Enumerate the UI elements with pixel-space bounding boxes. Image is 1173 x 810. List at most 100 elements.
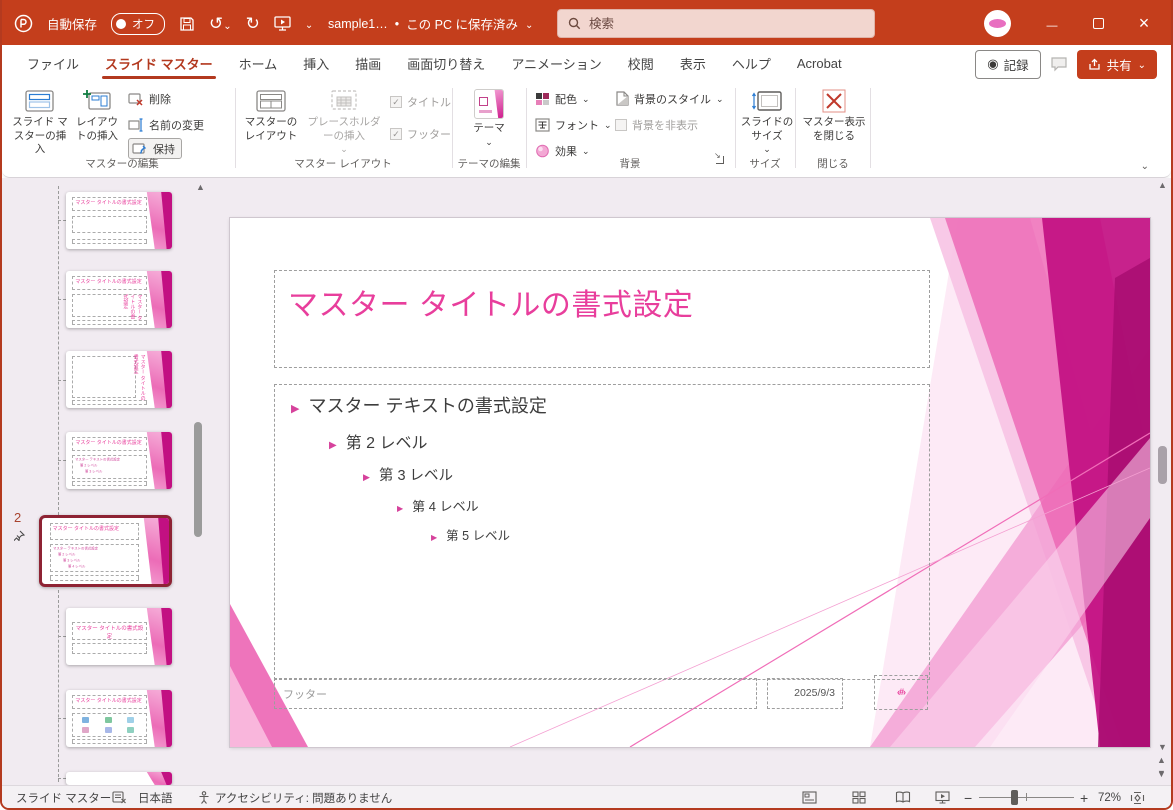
title-dropdown-icon[interactable] [525, 17, 533, 31]
slide-master-thumbnail-selected[interactable]: マスター タイトルの書式設定 マスター テキストの書式設定第 2 レベル第 3 … [39, 515, 172, 587]
layout-tree-line [58, 186, 59, 515]
status-bar: スライド マスター 日本語 アクセシビリティ: 問題ありません − + 72% [2, 785, 1171, 808]
layout-thumbnail-partial[interactable] [66, 772, 172, 785]
master-layout-button[interactable]: マスターのレイアウト [242, 86, 300, 156]
zoom-level-label[interactable]: 72% [1098, 786, 1121, 809]
document-title[interactable]: sample1… • この PC に保存済み [328, 0, 533, 47]
collapse-ribbon-icon[interactable] [1141, 158, 1149, 172]
normal-view-icon[interactable] [802, 786, 817, 809]
undo-icon[interactable]: ↺ [209, 15, 232, 32]
insert-layout-button[interactable]: レイアウトの挿入 [72, 86, 122, 156]
layout-thumbnail-title-slide[interactable]: マスター タイトルの書式設定 [66, 608, 172, 665]
group-label-theme-edit: テーマの編集 [458, 156, 521, 171]
group-label-background: 背景 [620, 156, 641, 171]
slide-size-icon [751, 89, 783, 113]
effects-button[interactable]: 効果 [535, 140, 590, 161]
vertical-scrollbar[interactable] [1154, 178, 1171, 785]
layout-thumbnail-content[interactable]: マスター タイトルの書式設定 [66, 690, 172, 747]
record-button[interactable]: 記録 [975, 50, 1040, 79]
next-slide-icon[interactable] [1157, 771, 1166, 777]
tab-draw[interactable]: 描画 [342, 45, 394, 82]
previous-slide-icon[interactable] [1157, 758, 1166, 763]
zoom-in-button[interactable]: + [1080, 786, 1088, 809]
search-input[interactable] [589, 17, 839, 31]
language-label[interactable]: 日本語 [138, 786, 173, 809]
rename-button[interactable]: 名前の変更 [128, 114, 204, 135]
tab-file[interactable]: ファイル [14, 45, 92, 82]
zoom-slider-thumb[interactable] [1011, 790, 1018, 805]
reading-view-icon[interactable] [895, 786, 911, 809]
panel-scroll-up-icon[interactable] [196, 183, 205, 192]
colors-button[interactable]: 配色 [535, 88, 590, 109]
delete-button[interactable]: 削除 [128, 88, 171, 109]
layout-thumbnail-2[interactable]: マスター タイトルの書式設定 マスター タイトルの書式設定 [66, 271, 172, 328]
tab-home[interactable]: ホーム [226, 45, 291, 82]
tab-animations[interactable]: アニメーション [498, 45, 614, 82]
start-slideshow-icon[interactable] [274, 16, 291, 31]
delete-icon [128, 92, 144, 106]
save-icon[interactable] [179, 16, 195, 32]
tab-review[interactable]: 校閲 [615, 45, 667, 82]
rename-icon [128, 118, 144, 132]
layout-thumbnail-3[interactable]: マスター タイトルの書式設定 [66, 351, 172, 408]
maximize-button[interactable] [1079, 8, 1117, 40]
group-label-master-layout: マスター レイアウト [294, 156, 391, 171]
scroll-down-icon[interactable] [1158, 743, 1167, 752]
tab-transitions[interactable]: 画面切り替え [394, 45, 498, 82]
search-icon [568, 17, 581, 30]
accessibility-icon [198, 791, 210, 804]
background-styles-button[interactable]: 背景のスタイル [615, 88, 724, 109]
tab-help[interactable]: ヘルプ [719, 45, 784, 82]
tab-insert[interactable]: 挿入 [290, 45, 342, 82]
colors-icon [535, 92, 550, 106]
slide-sorter-icon[interactable] [852, 786, 866, 809]
share-button[interactable]: 共有 [1077, 50, 1157, 79]
undo-dropdown-icon[interactable] [223, 14, 231, 33]
panel-scrollbar-thumb[interactable] [194, 422, 202, 537]
zoom-out-button[interactable]: − [964, 786, 972, 809]
accessibility-status[interactable]: アクセシビリティ: 問題ありません [198, 786, 392, 809]
body-placeholder[interactable]: マスター テキストの書式設定 第 2 レベル 第 3 レベル 第 4 レベル 第… [274, 384, 930, 680]
slide-size-button[interactable]: スライドのサイズ [740, 86, 794, 156]
scrollbar-thumb[interactable] [1158, 446, 1167, 484]
close-button[interactable] [1125, 8, 1163, 40]
redo-icon[interactable]: ↻ [246, 15, 260, 32]
autosave-toggle[interactable]: オフ [111, 13, 165, 35]
footer-placeholder[interactable]: フッター [274, 678, 757, 709]
effects-dropdown-icon [582, 145, 590, 157]
slide-master-canvas[interactable]: マスター タイトルの書式設定 マスター テキストの書式設定 第 2 レベル 第 … [230, 218, 1150, 747]
close-master-view-button[interactable]: マスター表示を閉じる [802, 86, 866, 156]
tab-slide-master[interactable]: スライド マスター [92, 45, 226, 82]
minimize-button[interactable] [1033, 8, 1071, 40]
tab-view[interactable]: 表示 [667, 45, 719, 82]
layout-thumbnail-4[interactable]: マスター タイトルの書式設定 マスター テキストの書式設定第 2 レベル第 3 … [66, 432, 172, 489]
tab-acrobat[interactable]: Acrobat [784, 45, 855, 82]
search-box[interactable] [557, 9, 875, 38]
quick-access-toolbar: 自動保存 オフ ↺ ↻ [14, 0, 313, 47]
insert-slide-master-button[interactable]: スライド マスターの挿入 [12, 86, 68, 156]
bullet-icon [397, 499, 412, 514]
slide-thumbnail-panel: マスター タイトルの書式設定 マスター タイトルの書式設定 マスター タイトルの… [2, 178, 214, 785]
slideshow-view-icon[interactable] [935, 786, 950, 809]
layout-thumbnail-1[interactable]: マスター タイトルの書式設定 [66, 192, 172, 249]
powerpoint-logo-icon[interactable] [14, 14, 33, 33]
date-placeholder[interactable]: 2025/9/3 [767, 678, 843, 709]
slide-number-placeholder[interactable]: ‹#› [874, 675, 928, 710]
fonts-button[interactable]: フォント [535, 114, 612, 135]
themes-button[interactable]: テーマ [462, 86, 516, 156]
proofing-icon[interactable] [112, 786, 127, 809]
powerpoint-window: 自動保存 オフ ↺ ↻ sample1… • この PC に保存済み [0, 0, 1173, 810]
customize-qat-icon[interactable] [305, 15, 313, 33]
master-layout-icon [256, 89, 286, 113]
background-dialog-launcher[interactable] [714, 154, 726, 166]
comments-icon[interactable] [1050, 56, 1068, 72]
save-status: この PC に保存済み [406, 14, 518, 33]
scroll-up-icon[interactable] [1158, 181, 1167, 190]
toggle-knob [116, 19, 126, 29]
title-placeholder[interactable]: マスター タイトルの書式設定 [274, 270, 930, 368]
fit-to-window-icon[interactable] [1130, 786, 1145, 809]
account-avatar[interactable] [984, 10, 1011, 37]
slide-number-label: 2 [14, 510, 21, 525]
view-name-label[interactable]: スライド マスター [16, 786, 111, 809]
colors-dropdown-icon [582, 93, 590, 105]
